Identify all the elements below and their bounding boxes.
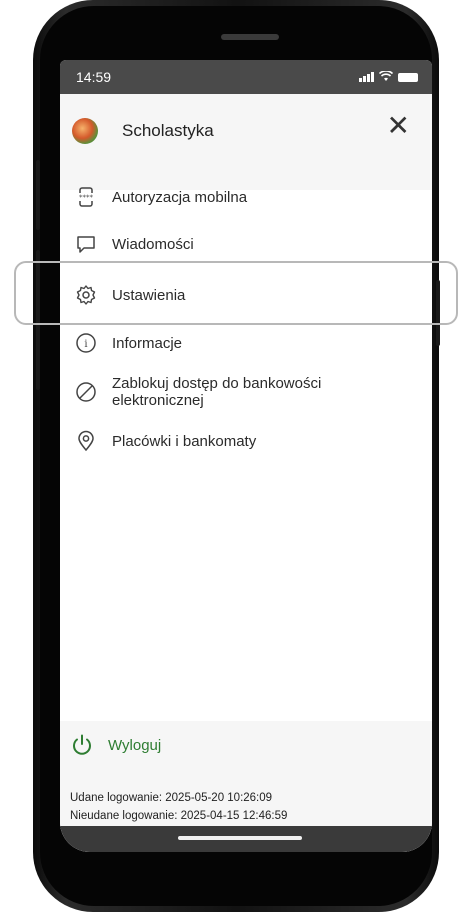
- menu-item-label: Informacje: [112, 334, 183, 352]
- settings-highlight-frame: [14, 261, 458, 325]
- location-pin-icon: [74, 429, 98, 453]
- signal-icon: [359, 72, 374, 82]
- last-failed-login: Nieudane logowanie: 2025-04-15 12:46:59: [70, 810, 288, 822]
- user-name: Scholastyka: [122, 121, 214, 140]
- block-icon: [74, 380, 98, 404]
- power-icon: [73, 734, 91, 755]
- menu-item-label-block: Zablokuj dostęp do bankowości elektronic…: [112, 375, 321, 409]
- logout-button[interactable]: Wyloguj: [70, 733, 161, 757]
- home-indicator-area: [60, 826, 432, 852]
- home-indicator[interactable]: [178, 836, 302, 840]
- status-time: 14:59: [76, 69, 112, 85]
- status-bar: 14:59: [60, 60, 432, 94]
- info-icon: i: [74, 331, 98, 355]
- profile-header: Scholastyka ✕: [60, 94, 432, 190]
- menu-item-messages[interactable]: Wiadomości: [60, 227, 432, 261]
- svg-text:i: i: [84, 339, 87, 350]
- menu-item-information[interactable]: i Informacje: [60, 326, 432, 360]
- speaker-grille: [221, 34, 279, 40]
- menu-item-label: Placówki i bankomaty: [112, 432, 257, 450]
- mobile-authorization-icon: ****: [74, 185, 98, 209]
- wifi-icon: [379, 71, 393, 81]
- battery-icon: [398, 73, 418, 82]
- login-history: Udane logowanie: 2025-05-20 10:26:09 Nie…: [70, 789, 287, 825]
- logout-label: Wyloguj: [108, 736, 162, 754]
- volume-button-up: [36, 160, 40, 230]
- last-successful-login: Udane logowanie: 2025-05-20 10:26:09: [70, 792, 273, 804]
- menu-item-label-line1: Zablokuj dostęp do bankowości: [112, 375, 322, 392]
- avatar[interactable]: [72, 118, 98, 144]
- app-screen: 14:59 Scholastyka ✕ **** Autoryzacja mob…: [60, 60, 432, 852]
- menu-item-mobile-authorization[interactable]: **** Autoryzacja mobilna: [60, 180, 432, 214]
- menu-item-branches-atms[interactable]: Placówki i bankomaty: [60, 424, 432, 458]
- menu-item-block-access[interactable]: Zablokuj dostęp do bankowości elektronic…: [60, 370, 432, 414]
- menu-item-label-line2: elektronicznej: [112, 392, 204, 409]
- menu-item-label: Wiadomości: [112, 235, 194, 253]
- menu-item-label: Autoryzacja mobilna: [112, 188, 248, 206]
- message-icon: [74, 232, 98, 256]
- status-icons: [359, 71, 418, 82]
- svg-text:****: ****: [79, 194, 94, 202]
- close-icon[interactable]: ✕: [387, 112, 410, 140]
